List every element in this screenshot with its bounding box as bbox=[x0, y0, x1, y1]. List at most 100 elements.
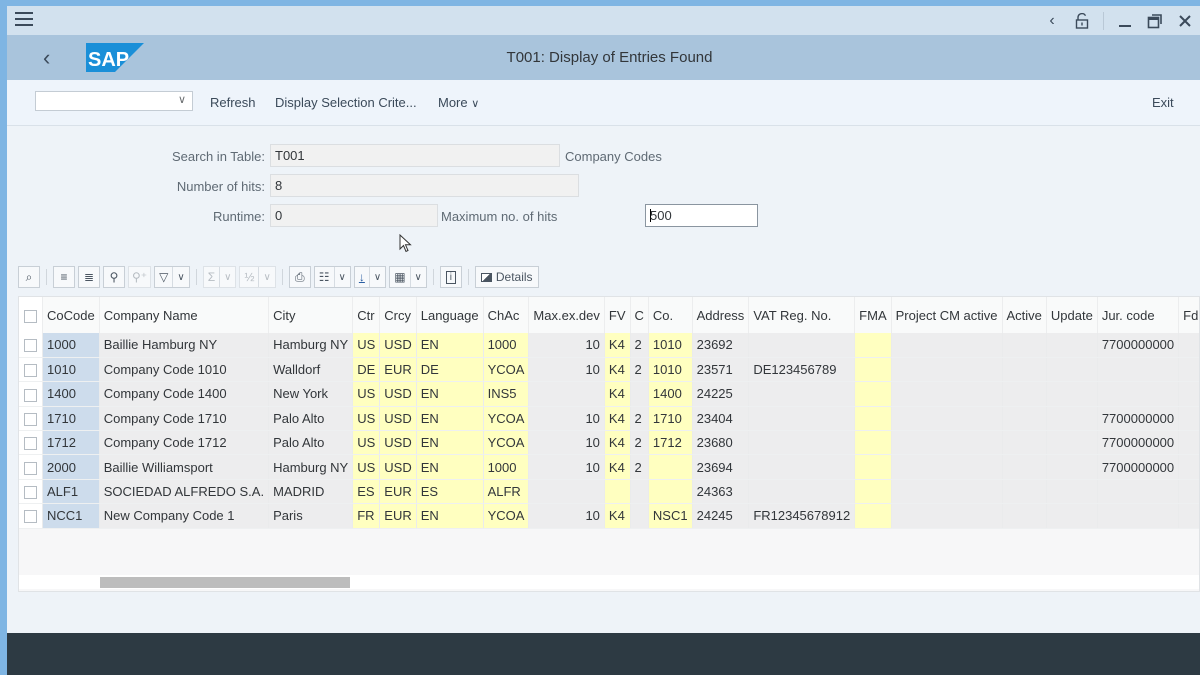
table-cell[interactable]: FR12345678912 bbox=[748, 503, 856, 529]
table-cell[interactable]: 10 bbox=[528, 357, 605, 383]
table-cell[interactable] bbox=[604, 479, 631, 505]
table-cell[interactable]: 1000 bbox=[483, 454, 530, 480]
table-cell[interactable]: EUR bbox=[379, 479, 417, 505]
table-row[interactable]: 1010 Company Code 1010 Walldorf DE EUR DE YCOA… bbox=[19, 357, 1199, 383]
table-cell[interactable]: YCOA bbox=[483, 357, 530, 383]
table-cell[interactable]: Palo Alto bbox=[268, 430, 354, 456]
table-cell[interactable]: Company Code 1010 bbox=[99, 357, 270, 383]
table-cell[interactable]: ALFR bbox=[483, 479, 530, 505]
table-cell[interactable]: Company Code 1400 bbox=[99, 381, 270, 407]
table-cell[interactable]: K4 bbox=[604, 381, 631, 407]
table-cell[interactable]: EN bbox=[416, 454, 484, 480]
column-header[interactable]: City bbox=[268, 297, 354, 333]
table-cell[interactable] bbox=[1046, 479, 1098, 505]
column-header[interactable]: ChAc bbox=[483, 297, 530, 333]
table-cell[interactable] bbox=[1178, 454, 1199, 480]
menu-icon[interactable] bbox=[15, 12, 33, 28]
table-cell[interactable]: 23680 bbox=[692, 430, 750, 456]
column-header[interactable]: C bbox=[630, 297, 649, 333]
table-cell[interactable]: 2 bbox=[630, 454, 649, 480]
table-row[interactable]: NCC1 New Company Code 1 Paris FR EUR EN YCOA 10… bbox=[19, 503, 1199, 529]
table-cell[interactable]: YCOA bbox=[483, 503, 530, 529]
table-cell[interactable] bbox=[1178, 503, 1199, 529]
table-cell[interactable] bbox=[1097, 479, 1180, 505]
column-header[interactable]: Active bbox=[1002, 297, 1047, 333]
table-row[interactable]: 2000 Baillie Williamsport Hamburg NY US USD E… bbox=[19, 454, 1199, 480]
table-row[interactable]: 1712 Company Code 1712 Palo Alto US USD EN YCO… bbox=[19, 430, 1199, 456]
table-cell[interactable] bbox=[1002, 357, 1047, 383]
table-cell[interactable]: 23692 bbox=[692, 333, 750, 358]
column-header[interactable]: Ctr bbox=[352, 297, 381, 333]
table-row[interactable]: 1710 Company Code 1710 Palo Alto US USD EN YCO… bbox=[19, 406, 1199, 432]
table-cell[interactable] bbox=[891, 381, 1003, 407]
column-header[interactable]: Max.ex.dev bbox=[528, 297, 605, 333]
table-cell[interactable]: Baillie Williamsport bbox=[99, 454, 270, 480]
table-cell[interactable] bbox=[1002, 406, 1047, 432]
column-header[interactable]: FMA bbox=[854, 297, 892, 333]
table-cell[interactable] bbox=[648, 454, 693, 480]
row-checkbox[interactable] bbox=[24, 486, 37, 500]
table-cell[interactable]: DE bbox=[352, 357, 381, 383]
table-cell[interactable]: NSC1 bbox=[648, 503, 693, 529]
table-cell[interactable]: EUR bbox=[379, 503, 417, 529]
table-cell[interactable] bbox=[891, 479, 1003, 505]
total-button[interactable]: Σ ∨ bbox=[202, 266, 237, 288]
display-selection-criteria-button[interactable]: Display Selection Crite... bbox=[275, 95, 417, 110]
table-cell[interactable] bbox=[1002, 381, 1047, 407]
zoom-check-button[interactable]: ⌕ bbox=[18, 266, 40, 288]
table-cell[interactable] bbox=[1046, 381, 1098, 407]
table-cell[interactable]: 10 bbox=[528, 406, 605, 432]
table-cell[interactable]: 1010 bbox=[648, 333, 693, 358]
table-cell[interactable]: USD bbox=[379, 333, 417, 358]
table-cell[interactable]: US bbox=[352, 381, 381, 407]
table-cell[interactable]: 7700000000 bbox=[1097, 406, 1180, 432]
row-select-cell[interactable] bbox=[19, 406, 43, 432]
column-header[interactable]: Co. bbox=[648, 297, 693, 333]
find-button[interactable]: ⚲ bbox=[103, 266, 125, 288]
table-cell[interactable]: 1712 bbox=[42, 430, 100, 456]
table-cell[interactable]: Hamburg NY bbox=[268, 333, 354, 358]
table-cell[interactable] bbox=[648, 479, 693, 505]
table-cell[interactable]: 1710 bbox=[42, 406, 100, 432]
table-cell[interactable] bbox=[854, 381, 892, 407]
row-select-cell[interactable] bbox=[19, 479, 43, 505]
table-cell[interactable] bbox=[854, 454, 892, 480]
table-cell[interactable]: US bbox=[352, 406, 381, 432]
row-checkbox[interactable] bbox=[24, 437, 37, 451]
table-cell[interactable]: FR bbox=[352, 503, 381, 529]
table-cell[interactable]: SOCIEDAD ALFREDO S.A. bbox=[99, 479, 270, 505]
find-next-button[interactable]: ⚲⁺ bbox=[128, 266, 152, 288]
table-cell[interactable]: EN bbox=[416, 503, 484, 529]
table-cell[interactable]: 23694 bbox=[692, 454, 750, 480]
table-row[interactable]: 1000 Baillie Hamburg NY Hamburg NY US USD EN 1… bbox=[19, 333, 1199, 358]
command-field-combo[interactable]: ∨ bbox=[35, 91, 193, 111]
print-button[interactable]: ⎙ bbox=[288, 266, 311, 288]
table-cell[interactable]: USD bbox=[379, 454, 417, 480]
table-cell[interactable]: ALF1 bbox=[42, 479, 100, 505]
table-cell[interactable]: 2000 bbox=[42, 454, 100, 480]
table-cell[interactable] bbox=[1178, 357, 1199, 383]
sort-ascending-button[interactable]: ≡ bbox=[53, 266, 75, 288]
table-cell[interactable]: 2 bbox=[630, 333, 649, 358]
table-cell[interactable] bbox=[891, 454, 1003, 480]
table-cell[interactable] bbox=[1097, 357, 1180, 383]
table-cell[interactable]: 2 bbox=[630, 406, 649, 432]
table-cell[interactable]: 24363 bbox=[692, 479, 750, 505]
table-cell[interactable] bbox=[1097, 381, 1180, 407]
views-button[interactable]: ☷ ∨ bbox=[313, 266, 351, 288]
table-cell[interactable] bbox=[891, 430, 1003, 456]
table-cell[interactable] bbox=[630, 381, 649, 407]
table-cell[interactable]: INS5 bbox=[483, 381, 530, 407]
table-cell[interactable] bbox=[1002, 430, 1047, 456]
column-header[interactable]: Company Name bbox=[99, 297, 270, 333]
table-cell[interactable] bbox=[748, 381, 856, 407]
table-cell[interactable] bbox=[1046, 406, 1098, 432]
select-all-checkbox-cell[interactable] bbox=[19, 297, 43, 333]
unlock-icon[interactable] bbox=[1067, 6, 1097, 35]
table-cell[interactable] bbox=[891, 333, 1003, 358]
table-cell[interactable] bbox=[630, 503, 649, 529]
column-header[interactable]: Crcy bbox=[379, 297, 417, 333]
table-cell[interactable]: Hamburg NY bbox=[268, 454, 354, 480]
table-cell[interactable] bbox=[891, 406, 1003, 432]
table-cell[interactable]: K4 bbox=[604, 333, 631, 358]
